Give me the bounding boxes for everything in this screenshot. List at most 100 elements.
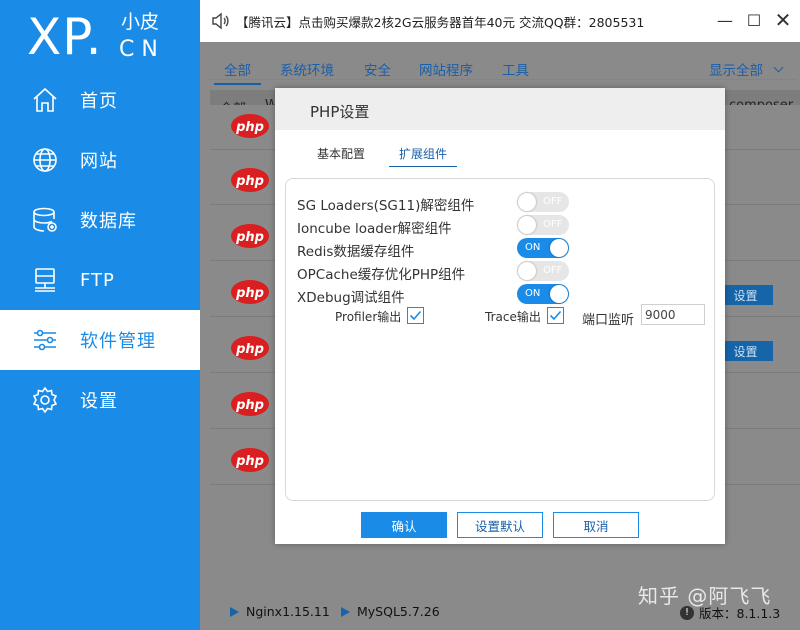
extension-row-redis: Redis数据缓存组件 ON bbox=[297, 238, 717, 260]
minimize-button[interactable]: — bbox=[714, 9, 736, 31]
svg-text:php: php bbox=[235, 342, 264, 357]
trace-label: Trace输出 bbox=[485, 310, 541, 324]
nginx-status[interactable]: Nginx1.15.11 bbox=[230, 604, 330, 619]
toggle-knob bbox=[550, 285, 568, 303]
settings-button[interactable]: 设置 bbox=[718, 341, 773, 361]
sidebar-item-label: 首页 bbox=[80, 91, 118, 112]
toggle-state: ON bbox=[525, 288, 541, 299]
mysql-version: MySQL5.7.26 bbox=[357, 604, 440, 619]
xdebug-toggle[interactable]: ON bbox=[517, 284, 569, 304]
logo-main: XP. bbox=[27, 8, 103, 66]
tab-web-programs[interactable]: 网站程序 bbox=[419, 59, 473, 79]
globe-icon bbox=[30, 145, 60, 175]
settings-button[interactable]: 设置 bbox=[718, 285, 773, 305]
extension-label: Ioncube loader解密组件 bbox=[297, 221, 452, 237]
sliders-icon bbox=[30, 325, 60, 355]
mysql-status[interactable]: MySQL5.7.26 bbox=[341, 604, 440, 619]
sidebar-item-software[interactable]: 软件管理 bbox=[0, 310, 200, 370]
chevron-down-icon bbox=[773, 62, 784, 73]
nginx-version: Nginx1.15.11 bbox=[246, 604, 330, 619]
extension-label: Redis数据缓存组件 bbox=[297, 244, 415, 260]
server-icon bbox=[30, 265, 60, 295]
ioncube-toggle[interactable]: OFF bbox=[517, 215, 569, 235]
logo-small: 小皮 bbox=[121, 11, 160, 33]
toggle-state: ON bbox=[525, 242, 541, 253]
tab-tools[interactable]: 工具 bbox=[502, 59, 529, 79]
sg11-toggle[interactable]: OFF bbox=[517, 192, 569, 212]
check-icon bbox=[549, 310, 562, 321]
php-logo-icon: php bbox=[231, 336, 269, 360]
redis-toggle[interactable]: ON bbox=[517, 238, 569, 258]
php-logo-icon: php bbox=[231, 392, 269, 416]
tab-system-env[interactable]: 系统环境 bbox=[280, 59, 334, 79]
extensions-panel: SG Loaders(SG11)解密组件 OFF Ioncube loader解… bbox=[285, 178, 715, 501]
tabs-divider bbox=[210, 79, 796, 80]
database-icon bbox=[30, 205, 60, 235]
close-button[interactable]: ✕ bbox=[772, 8, 794, 32]
toggle-knob bbox=[550, 239, 568, 257]
sidebar-item-label: 网站 bbox=[80, 151, 118, 172]
play-icon bbox=[230, 606, 239, 617]
sidebar-item-label: 设置 bbox=[80, 391, 118, 412]
opcache-toggle[interactable]: OFF bbox=[517, 261, 569, 281]
svg-text:php: php bbox=[235, 120, 264, 135]
dialog-header: PHP设置 bbox=[275, 88, 725, 130]
play-icon bbox=[341, 606, 350, 617]
toggle-knob bbox=[518, 193, 536, 211]
port-label: 端口监听 bbox=[582, 313, 635, 328]
dialog-title: PHP设置 bbox=[310, 103, 370, 121]
profiler-checkbox[interactable] bbox=[407, 307, 424, 324]
show-all-dropdown[interactable]: 显示全部 bbox=[709, 59, 763, 79]
confirm-button[interactable]: 确认 bbox=[361, 512, 447, 538]
speaker-icon bbox=[210, 11, 230, 31]
php-logo-icon: php bbox=[231, 280, 269, 304]
php-logo-icon: php bbox=[231, 168, 269, 192]
sidebar-item-label: FTP bbox=[80, 269, 115, 291]
info-icon: ! bbox=[680, 605, 694, 620]
xdebug-options: Profiler输出 Trace输出 端口监听 bbox=[286, 304, 716, 328]
extension-label: SG Loaders(SG11)解密组件 bbox=[297, 198, 475, 214]
category-tabs: 全部 系统环境 安全 网站程序 工具 显示全部 bbox=[200, 42, 800, 88]
sidebar-item-website[interactable]: 网站 bbox=[0, 130, 200, 190]
check-icon bbox=[409, 310, 422, 321]
svg-text:php: php bbox=[235, 174, 264, 189]
php-logo-icon: php bbox=[231, 114, 269, 138]
php-logo-icon: php bbox=[231, 448, 269, 472]
toggle-state: OFF bbox=[543, 265, 563, 276]
extension-label: XDebug调试组件 bbox=[297, 290, 405, 306]
home-icon bbox=[30, 85, 60, 115]
extension-label: OPCache缓存优化PHP组件 bbox=[297, 267, 466, 283]
toggle-state: OFF bbox=[543, 196, 563, 207]
sidebar-item-ftp[interactable]: FTP bbox=[0, 250, 200, 310]
toggle-knob bbox=[518, 216, 536, 234]
version-label: 版本：8.1.1.3 bbox=[699, 606, 781, 621]
set-default-button[interactable]: 设置默认 bbox=[457, 512, 543, 538]
sidebar-item-label: 数据库 bbox=[80, 211, 137, 232]
sidebar-item-home[interactable]: 首页 bbox=[0, 70, 200, 130]
tab-security[interactable]: 安全 bbox=[364, 59, 391, 79]
sidebar-item-label: 软件管理 bbox=[80, 331, 156, 352]
toggle-state: OFF bbox=[543, 219, 563, 230]
php-logo-icon: php bbox=[231, 224, 269, 248]
app-logo: XP. 小皮 CN bbox=[27, 8, 187, 68]
sidebar-nav: 首页 网站 数据库 FTP 软件管理 设置 bbox=[0, 70, 200, 430]
port-input[interactable] bbox=[641, 304, 705, 325]
tab-extensions[interactable]: 扩展组件 bbox=[389, 145, 458, 167]
tab-all[interactable]: 全部 bbox=[214, 59, 261, 85]
svg-text:php: php bbox=[235, 286, 264, 301]
toggle-knob bbox=[518, 262, 536, 280]
tab-basic-config[interactable]: 基本配置 bbox=[317, 145, 365, 162]
cancel-button[interactable]: 取消 bbox=[553, 512, 639, 538]
php-settings-dialog: PHP设置 基本配置 扩展组件 SG Loaders(SG11)解密组件 OFF… bbox=[275, 88, 725, 544]
profiler-label: Profiler输出 bbox=[335, 310, 402, 324]
extension-row-opcache: OPCache缓存优化PHP组件 OFF bbox=[297, 261, 717, 283]
sidebar-item-database[interactable]: 数据库 bbox=[0, 190, 200, 250]
gear-icon bbox=[30, 385, 60, 415]
trace-checkbox[interactable] bbox=[547, 307, 564, 324]
extension-row-ioncube: Ioncube loader解密组件 OFF bbox=[297, 215, 717, 237]
extension-row-xdebug: XDebug调试组件 ON bbox=[297, 284, 717, 306]
svg-text:php: php bbox=[235, 230, 264, 245]
maximize-button[interactable]: ☐ bbox=[743, 9, 765, 31]
sidebar-item-settings[interactable]: 设置 bbox=[0, 370, 200, 430]
notice-text[interactable]: 【腾讯云】点击购买爆款2核2G云服务器首年40元 交流QQ群：2805531 bbox=[236, 12, 644, 31]
